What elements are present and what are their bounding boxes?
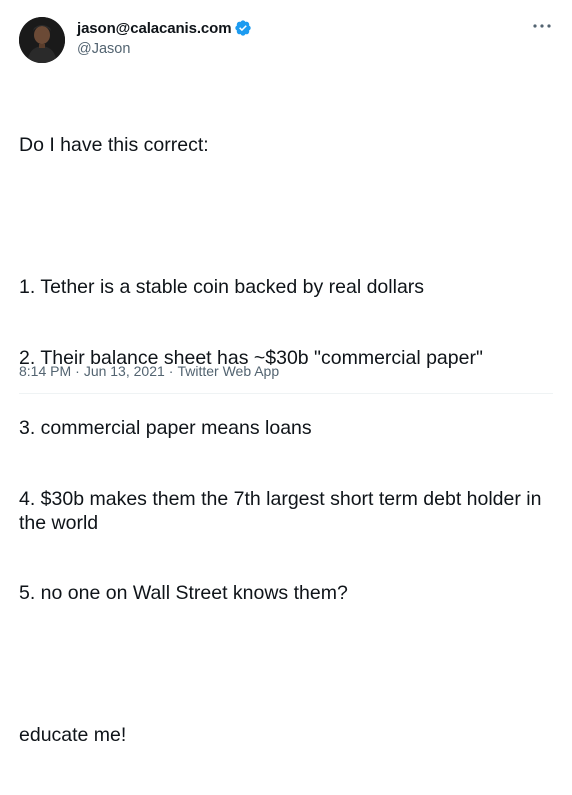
- tweet-line: 1. Tether is a stable coin backed by rea…: [19, 275, 425, 298]
- author-display-name[interactable]: jason@calacanis.com: [77, 20, 232, 37]
- meta-separator: ·: [168, 363, 174, 379]
- tweet-timestamp-link[interactable]: 8:14 PM · Jun 13, 2021: [19, 363, 165, 379]
- more-horizontal-icon: [533, 24, 551, 28]
- tweet-meta: 8:14 PM · Jun 13, 2021 · Twitter Web App: [19, 363, 279, 379]
- divider: [19, 393, 553, 394]
- more-options-button[interactable]: [528, 16, 556, 36]
- verified-badge-icon: [234, 19, 252, 37]
- tweet-date: Jun 13, 2021: [83, 363, 165, 379]
- tweet-time: 8:14 PM: [19, 363, 72, 379]
- tweet: jason@calacanis.com @Jason Do I have thi…: [0, 0, 572, 746]
- author-info: jason@calacanis.com @Jason: [77, 18, 252, 57]
- tweet-line: educate me!: [19, 724, 127, 747]
- tweet-line: 4. $30b makes them the 7th largest short…: [19, 488, 547, 534]
- tweet-line: 5. no one on Wall Street knows them?: [19, 582, 348, 605]
- author-handle[interactable]: @Jason: [77, 41, 252, 57]
- meta-separator: ·: [75, 363, 80, 379]
- tweet-source-link[interactable]: Twitter Web App: [177, 363, 279, 379]
- avatar-image: [19, 17, 65, 63]
- tweet-line: 3. commercial paper means loans: [19, 417, 312, 440]
- author-name-row: jason@calacanis.com: [77, 18, 252, 38]
- tweet-text: Do I have this correct: 1. Tether is a s…: [19, 87, 559, 795]
- tweet-line: [19, 205, 559, 229]
- tweet-line: [19, 653, 559, 677]
- tweet-line: Do I have this correct:: [19, 134, 209, 157]
- avatar[interactable]: [19, 17, 65, 63]
